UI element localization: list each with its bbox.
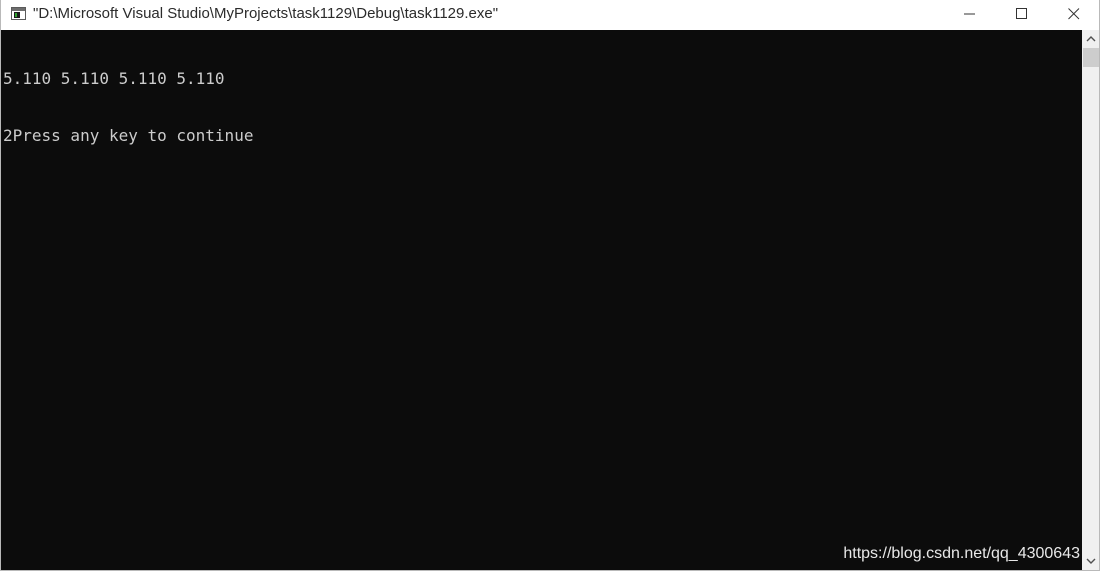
minimize-icon bbox=[964, 13, 975, 15]
maximize-button[interactable] bbox=[999, 0, 1045, 29]
close-icon bbox=[1068, 8, 1080, 20]
chevron-up-icon bbox=[1086, 36, 1096, 42]
console-line-2: 2Press any key to continue bbox=[3, 126, 254, 145]
vertical-scrollbar[interactable] bbox=[1082, 30, 1099, 570]
title-bar[interactable]: "D:\Microsoft Visual Studio\MyProjects\t… bbox=[1, 0, 1099, 29]
watermark: https://blog.csdn.net/qq_4300643 bbox=[843, 545, 1080, 562]
window-title: "D:\Microsoft Visual Studio\MyProjects\t… bbox=[33, 5, 499, 22]
console-line-1: 5.110 5.110 5.110 5.110 bbox=[3, 69, 225, 88]
console-app-icon[interactable] bbox=[11, 7, 26, 20]
console-lines: 5.110 5.110 5.110 5.110 2Press any key t… bbox=[3, 31, 253, 183]
close-button[interactable] bbox=[1051, 0, 1097, 29]
console-window: "D:\Microsoft Visual Studio\MyProjects\t… bbox=[0, 0, 1100, 571]
scroll-down-button[interactable] bbox=[1082, 553, 1099, 570]
console-output[interactable]: 5.110 5.110 5.110 5.110 2Press any key t… bbox=[1, 30, 1082, 570]
chevron-down-icon bbox=[1086, 558, 1096, 564]
scroll-up-button[interactable] bbox=[1082, 30, 1099, 48]
maximize-icon bbox=[1016, 8, 1027, 19]
app-icon-bar bbox=[12, 8, 25, 11]
scroll-thumb[interactable] bbox=[1083, 48, 1099, 67]
app-icon-cursor bbox=[15, 13, 17, 17]
minimize-button[interactable] bbox=[947, 0, 993, 29]
